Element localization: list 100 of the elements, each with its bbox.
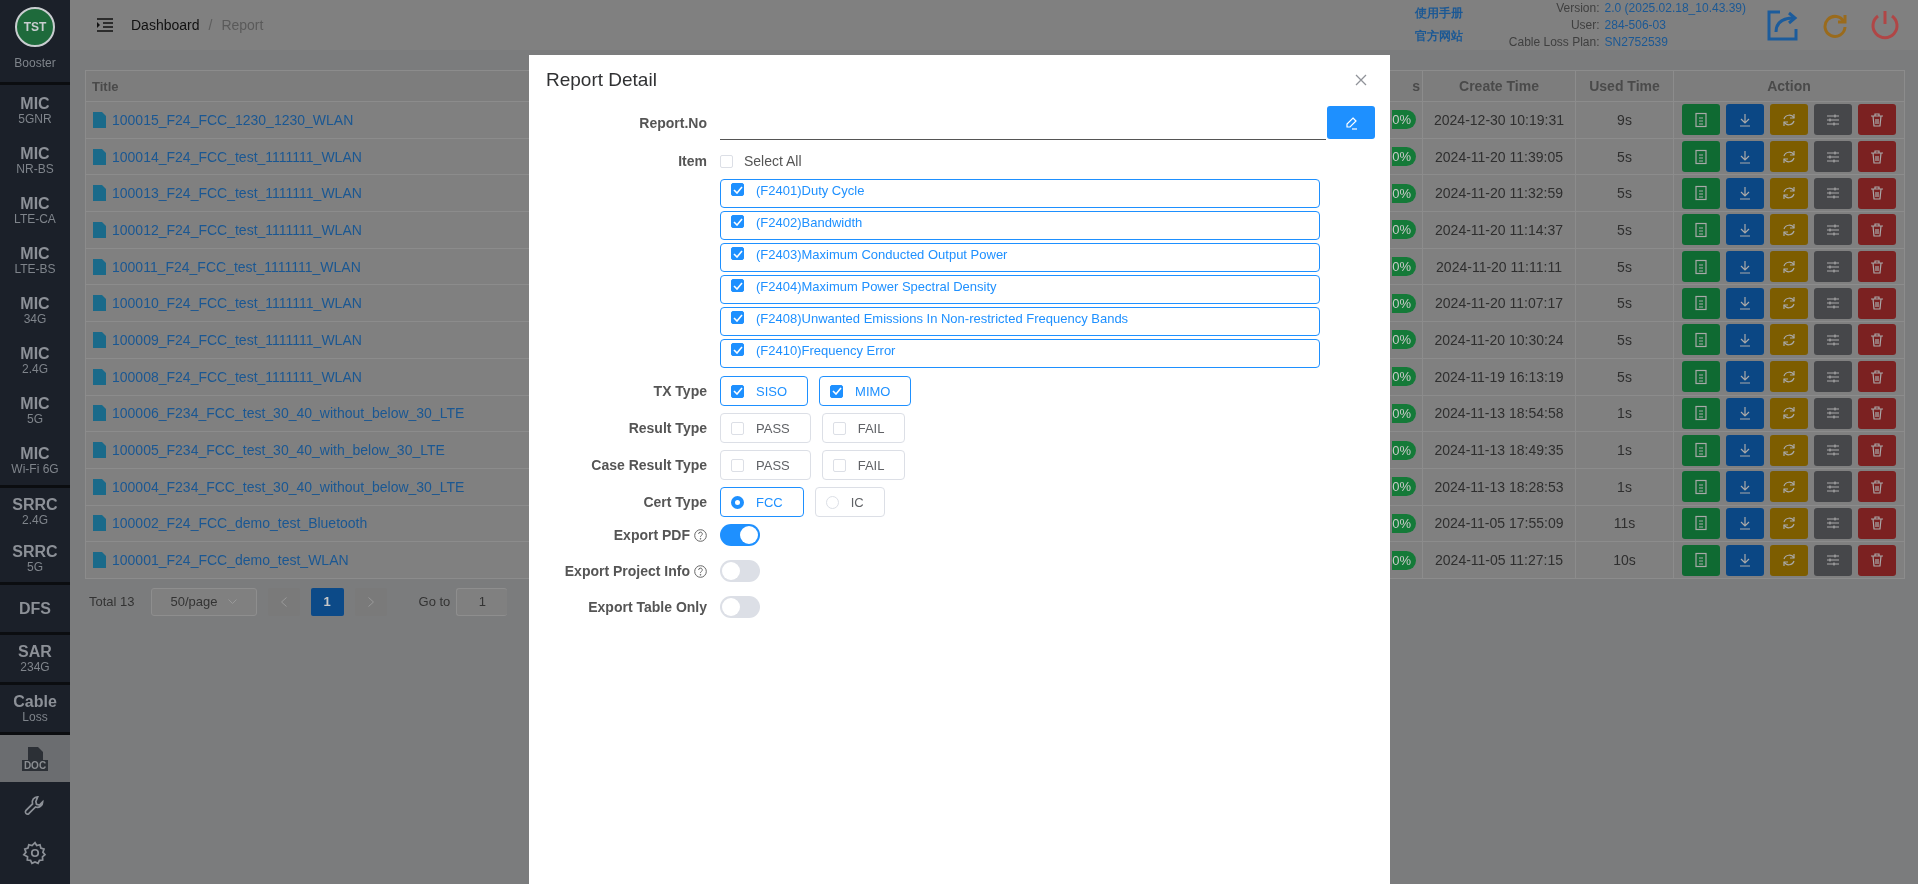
report-link[interactable]: 100005_F234_FCC_test_30_40_with_below_30_LTE — [112, 442, 445, 459]
regenerate-button[interactable] — [1770, 214, 1808, 246]
regenerate-button[interactable] — [1770, 507, 1808, 539]
regenerate-button[interactable] — [1770, 361, 1808, 393]
delete-button[interactable] — [1858, 251, 1896, 283]
report-link[interactable]: 100015_F24_FCC_1230_1230_WLAN — [112, 111, 354, 128]
menu-icon[interactable] — [97, 18, 113, 32]
toggle-switch[interactable] — [720, 596, 760, 618]
goto-page-field[interactable]: 1 — [456, 587, 508, 616]
select-all-checkbox[interactable]: Select All — [720, 152, 1320, 170]
sidebar-item[interactable]: MIC 34G — [0, 285, 70, 335]
checkbox[interactable] — [731, 343, 744, 356]
sidebar-item[interactable]: MIC 5G — [0, 385, 70, 435]
item-option[interactable]: (F2401)Duty Cycle — [720, 179, 1320, 208]
download-button[interactable] — [1726, 361, 1764, 393]
settings-button[interactable] — [1814, 361, 1852, 393]
sidebar-item[interactable]: Booster — [0, 57, 70, 70]
download-button[interactable] — [1726, 177, 1764, 209]
view-button[interactable] — [1682, 287, 1720, 319]
settings-button[interactable] — [1814, 141, 1852, 173]
download-button[interactable] — [1726, 324, 1764, 356]
view-button[interactable] — [1682, 544, 1720, 576]
regenerate-button[interactable] — [1770, 177, 1808, 209]
checkbox-option[interactable]: FAIL — [821, 413, 906, 443]
report-link[interactable]: 100009_F24_FCC_test_1111111_WLAN — [112, 331, 362, 348]
view-button[interactable] — [1682, 434, 1720, 466]
checkbox[interactable] — [731, 183, 744, 196]
sidebar-item[interactable]: Cable Loss — [0, 685, 70, 732]
sidebar-item[interactable]: SAR 234G — [0, 635, 70, 682]
download-button[interactable] — [1726, 141, 1764, 173]
settings-button[interactable] — [1814, 434, 1852, 466]
view-button[interactable] — [1682, 141, 1720, 173]
regenerate-button[interactable] — [1770, 141, 1808, 173]
view-button[interactable] — [1682, 104, 1720, 136]
sidebar-item[interactable]: MIC 5GNR — [0, 85, 70, 135]
checkbox[interactable] — [731, 279, 744, 292]
sidebar-item[interactable]: MIC NR-BS — [0, 135, 70, 185]
export-button[interactable] — [1766, 8, 1800, 42]
settings-button[interactable] — [1814, 177, 1852, 209]
settings-button[interactable] — [1814, 251, 1852, 283]
sidebar-item[interactable]: SRRC 5G — [0, 535, 70, 582]
view-button[interactable] — [1682, 214, 1720, 246]
download-button[interactable] — [1726, 507, 1764, 539]
delete-button[interactable] — [1858, 361, 1896, 393]
delete-button[interactable] — [1858, 141, 1896, 173]
page-size-select[interactable]: 50/page — [150, 587, 257, 616]
report-link[interactable]: 100014_F24_FCC_test_1111111_WLAN — [112, 148, 362, 165]
item-option[interactable]: (F2402)Bandwidth — [720, 211, 1320, 240]
settings-button[interactable] — [1814, 471, 1852, 503]
delete-button[interactable] — [1858, 544, 1896, 576]
download-button[interactable] — [1726, 544, 1764, 576]
delete-button[interactable] — [1858, 324, 1896, 356]
report-link[interactable]: 100004_F234_FCC_test_30_40_without_below_30_LTE — [112, 478, 465, 495]
sidebar-item[interactable]: MIC Wi-Fi 6G — [0, 435, 70, 485]
view-button[interactable] — [1682, 361, 1720, 393]
settings-button[interactable] — [1814, 397, 1852, 429]
checkbox-option[interactable]: SISO — [720, 376, 809, 406]
close-button[interactable] — [1355, 74, 1367, 86]
regenerate-button[interactable] — [1770, 104, 1808, 136]
toggle-switch[interactable] — [720, 560, 760, 582]
download-button[interactable] — [1726, 397, 1764, 429]
view-button[interactable] — [1682, 471, 1720, 503]
checkbox[interactable] — [731, 215, 744, 228]
view-button[interactable] — [1682, 507, 1720, 539]
regenerate-button[interactable] — [1770, 287, 1808, 319]
delete-button[interactable] — [1858, 214, 1896, 246]
view-button[interactable] — [1682, 397, 1720, 429]
item-option[interactable]: (F2403)Maximum Conducted Output Power — [720, 243, 1320, 272]
radio-button[interactable] — [731, 495, 744, 509]
settings-button[interactable] — [1814, 214, 1852, 246]
delete-button[interactable] — [1858, 104, 1896, 136]
sidebar-item[interactable]: DOC — [0, 735, 70, 782]
header-link[interactable]: 使用手册 — [1414, 5, 1463, 22]
download-button[interactable] — [1726, 104, 1764, 136]
download-button[interactable] — [1726, 471, 1764, 503]
delete-button[interactable] — [1858, 397, 1896, 429]
regenerate-button[interactable] — [1770, 544, 1808, 576]
settings-button[interactable] — [1814, 104, 1852, 136]
report-link[interactable]: 100010_F24_FCC_test_1111111_WLAN — [112, 295, 362, 312]
regenerate-button[interactable] — [1770, 324, 1808, 356]
settings-button[interactable] — [1814, 544, 1852, 576]
item-option[interactable]: (F2410)Frequency Error — [720, 339, 1320, 368]
report-link[interactable]: 100013_F24_FCC_test_1111111_WLAN — [112, 185, 362, 202]
view-button[interactable] — [1682, 177, 1720, 209]
report-link[interactable]: 100001_F24_FCC_demo_test_WLAN — [112, 552, 349, 569]
sidebar-item[interactable]: DFS — [0, 585, 70, 632]
delete-button[interactable] — [1858, 471, 1896, 503]
regenerate-button[interactable] — [1770, 434, 1808, 466]
regenerate-button[interactable] — [1770, 251, 1808, 283]
checkbox[interactable] — [731, 247, 744, 260]
edit-button[interactable] — [1327, 106, 1375, 139]
report-link[interactable]: 100006_F234_FCC_test_30_40_without_below_30_LTE — [112, 405, 465, 422]
checkbox[interactable] — [830, 384, 844, 398]
report-link[interactable]: 100011_F24_FCC_test_1111111_WLAN — [112, 258, 361, 275]
item-option[interactable]: (F2404)Maximum Power Spectral Density — [720, 275, 1320, 304]
delete-button[interactable] — [1858, 287, 1896, 319]
settings-button[interactable] — [1814, 324, 1852, 356]
report-link[interactable]: 100002_F24_FCC_demo_test_Bluetooth — [112, 515, 368, 532]
settings-button[interactable] — [1814, 287, 1852, 319]
checkbox-option[interactable]: FAIL — [821, 450, 906, 480]
